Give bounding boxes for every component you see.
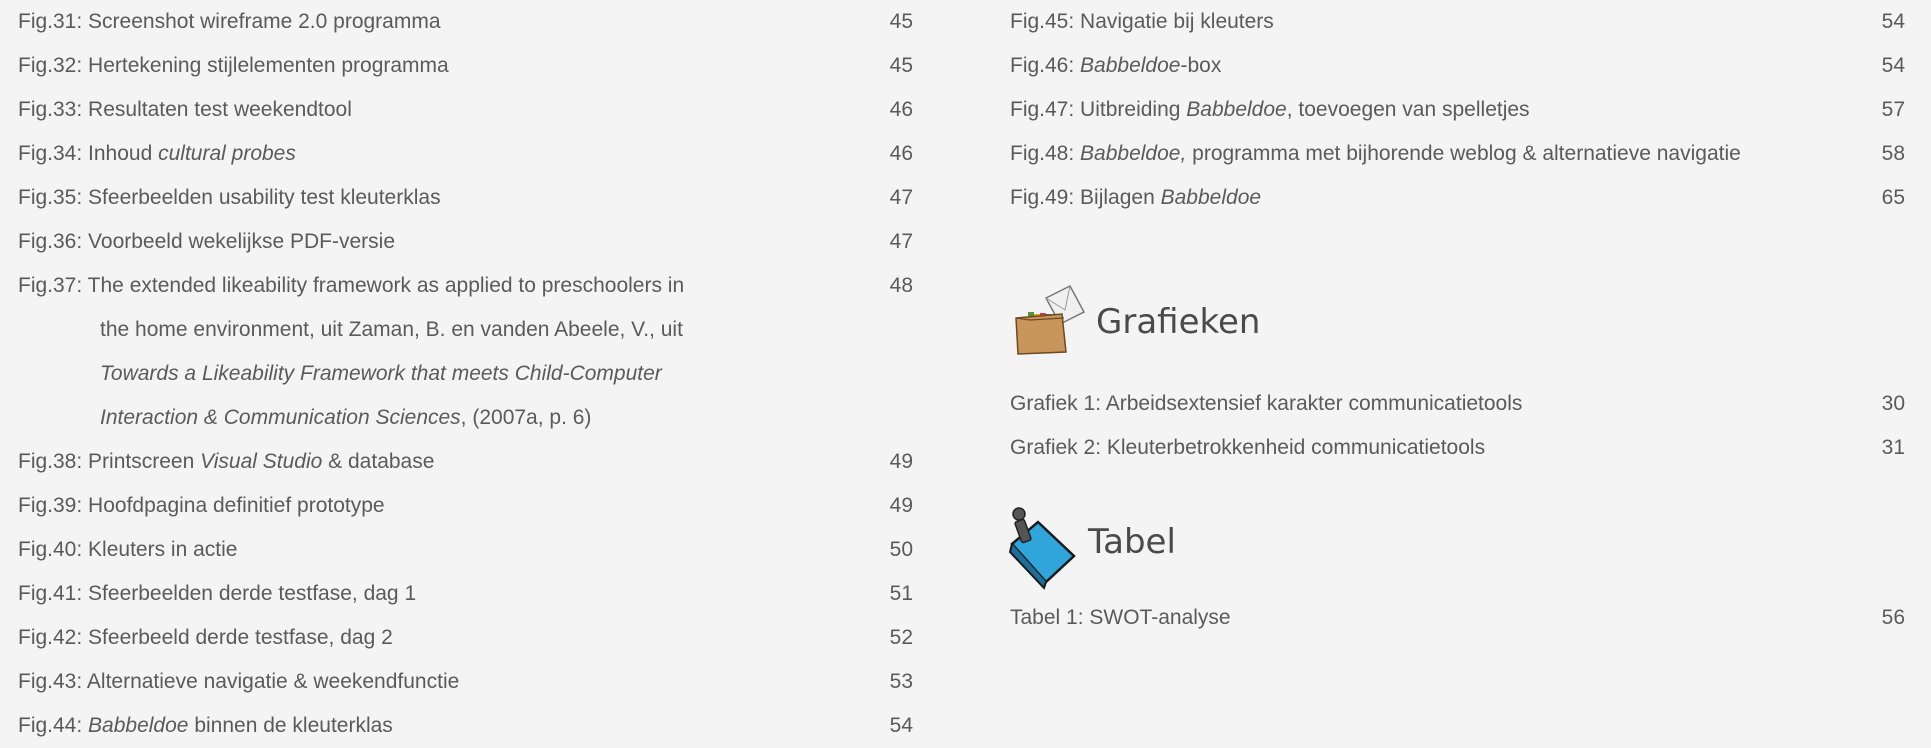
list-item: Fig.49: Bijlagen Babbeldoe 65 [1010, 186, 1905, 209]
list-item: Fig.38: Printscreen Visual Studio & data… [18, 450, 913, 473]
list-item-continuation: Towards a Likeability Framework that mee… [100, 362, 662, 385]
section-title: Grafieken [1096, 302, 1261, 342]
tabel-heading: Tabel [1008, 507, 1905, 590]
section-title: Tabel [1088, 522, 1176, 562]
left-figure-list: Fig.31: Screenshot wireframe 2.0 program… [18, 0, 913, 748]
grafieken-heading: Grafieken [1010, 285, 1905, 370]
list-item: Grafiek 1: Arbeidsextensief karakter com… [1010, 392, 1905, 415]
list-item: Fig.47: Uitbreiding Babbeldoe, toevoegen… [1010, 98, 1905, 121]
list-item: Fig.45: Navigatie bij kleuters 54 [1010, 10, 1905, 33]
folder-envelope-icon [1015, 285, 1086, 355]
list-item-continuation: Interaction & Communication Sciences, (2… [100, 406, 592, 429]
list-item: Fig.39: Hoofdpagina definitief prototype… [18, 494, 913, 517]
list-item: Fig.41: Sfeerbeelden derde testfase, dag… [18, 582, 913, 605]
list-item: Fig.35: Sfeerbeelden usability test kleu… [18, 186, 913, 209]
clipboard-clip-icon [1008, 507, 1076, 590]
list-item: Fig.33: Resultaten test weekendtool 46 [18, 98, 913, 121]
list-item: Fig.44: Babbeldoe binnen de kleuterklas 5… [18, 714, 913, 737]
list-item: Fig.31: Screenshot wireframe 2.0 program… [18, 10, 913, 33]
list-item-continuation: the home environment, uit Zaman, B. en v… [100, 318, 683, 341]
list-item: Fig.32: Hertekening stijlelementen progr… [18, 54, 913, 77]
list-item: Fig.40: Kleuters in actie 50 [18, 538, 913, 561]
list-item: Fig.42: Sfeerbeeld derde testfase, dag 2… [18, 626, 913, 649]
list-item: Fig.36: Voorbeeld wekelijkse PDF-versie 4… [18, 230, 913, 253]
list-item: Fig.43: Alternatieve navigatie & weekend… [18, 670, 913, 693]
list-item: Grafiek 2: Kleuterbetrokkenheid communic… [1010, 436, 1905, 459]
list-item: Fig.46: Babbeldoe-box 54 [1010, 54, 1905, 77]
list-item: Fig.34: Inhoud cultural probes 46 [18, 142, 913, 165]
list-item: Tabel 1: SWOT-analyse 56 [1010, 606, 1905, 629]
list-item: Fig.37: The extended likeability framewo… [18, 274, 913, 297]
list-item: Fig.48: Babbeldoe, programma met bijhore… [1010, 142, 1905, 165]
right-figure-list: Fig.45: Navigatie bij kleuters 54 Fig.46:… [1008, 0, 1905, 640]
